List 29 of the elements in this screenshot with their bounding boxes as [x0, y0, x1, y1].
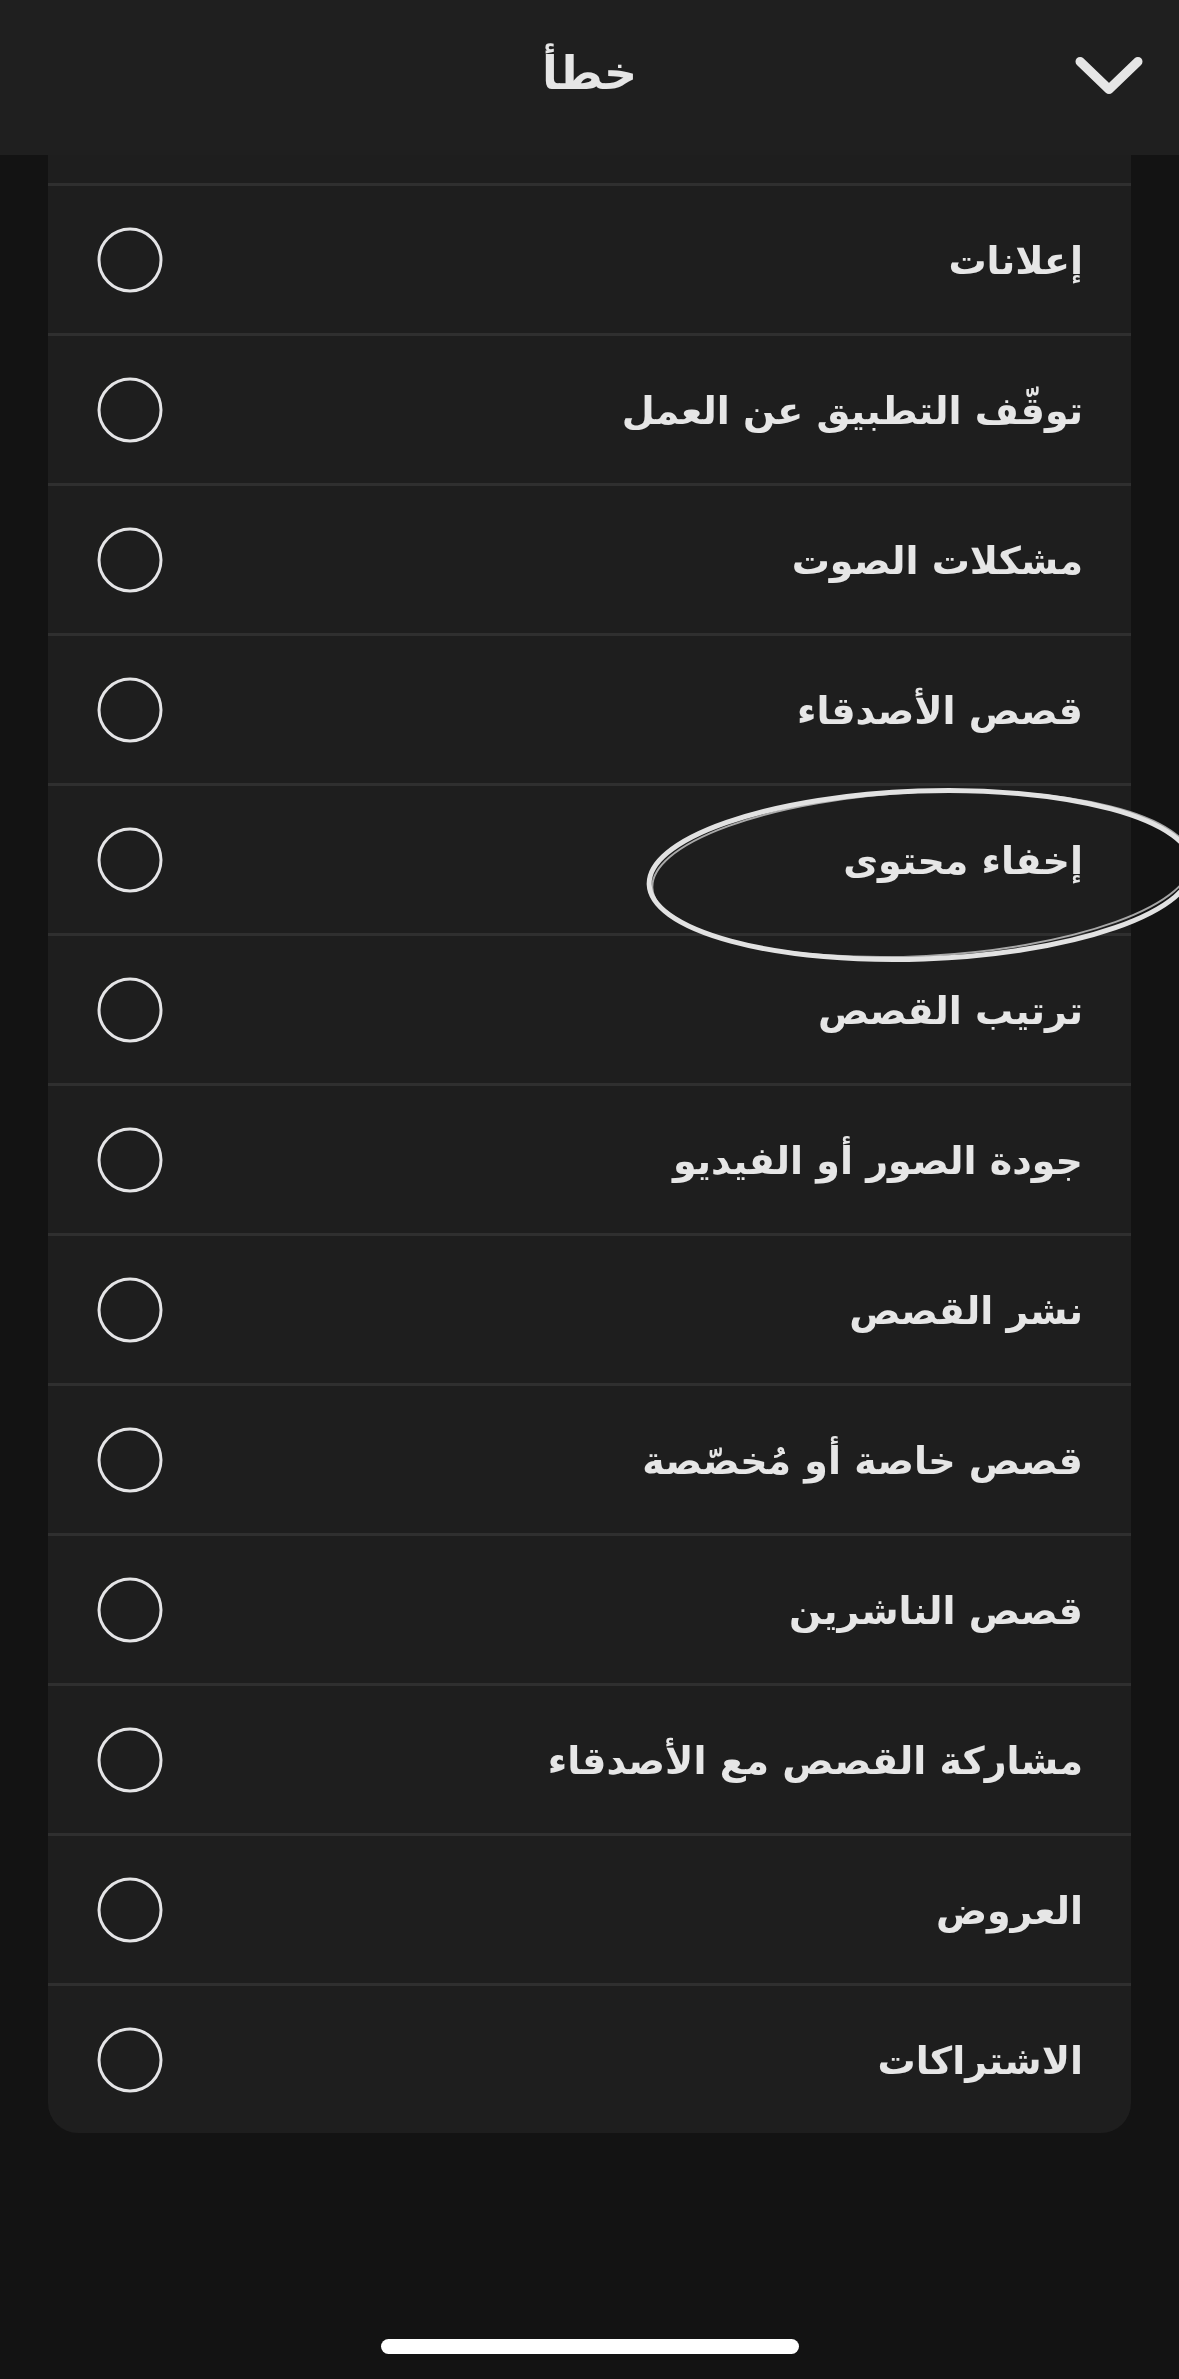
option-label[interactable]: العروض	[935, 1884, 1083, 1939]
radio-button[interactable]	[97, 826, 163, 893]
option-label[interactable]: إخفاء محتوى	[843, 834, 1083, 889]
option-label[interactable]: نشر القصص	[849, 1284, 1083, 1339]
radio-button[interactable]	[97, 376, 163, 443]
option-label[interactable]: ترتيب القصص	[817, 984, 1083, 1039]
collapse-button[interactable]	[1075, 56, 1143, 96]
radio-button[interactable]	[97, 226, 163, 293]
option-label[interactable]: قصص خاصة أو مُخصّصة	[642, 1434, 1083, 1489]
chevron-down-icon	[1075, 56, 1143, 96]
option-label[interactable]: قصص الأصدقاء	[797, 684, 1083, 739]
radio-button[interactable]	[97, 2026, 163, 2093]
option-label[interactable]: مشكلات الصوت	[791, 534, 1083, 589]
header-title: خطأ	[541, 43, 638, 102]
radio-button[interactable]	[97, 1726, 163, 1793]
option-label[interactable]: توقّف التطبيق عن العمل	[621, 384, 1083, 439]
radio-button[interactable]	[97, 676, 163, 743]
radio-button[interactable]	[97, 976, 163, 1043]
radio-button[interactable]	[97, 1126, 163, 1193]
radio-button[interactable]	[97, 1276, 163, 1343]
option-label[interactable]: مشاركة القصص مع الأصدقاء	[547, 1734, 1083, 1789]
radio-button[interactable]	[97, 526, 163, 593]
option-label[interactable]: الاشتراكات	[877, 2034, 1083, 2089]
option-label[interactable]: جودة الصور أو الفيديو	[672, 1134, 1083, 1189]
radio-button[interactable]	[97, 1576, 163, 1643]
radio-button[interactable]	[97, 1426, 163, 1493]
radio-button[interactable]	[97, 1876, 163, 1943]
option-label[interactable]: قصص الناشرين	[789, 1584, 1083, 1639]
option-label[interactable]: إعلانات	[948, 234, 1083, 289]
